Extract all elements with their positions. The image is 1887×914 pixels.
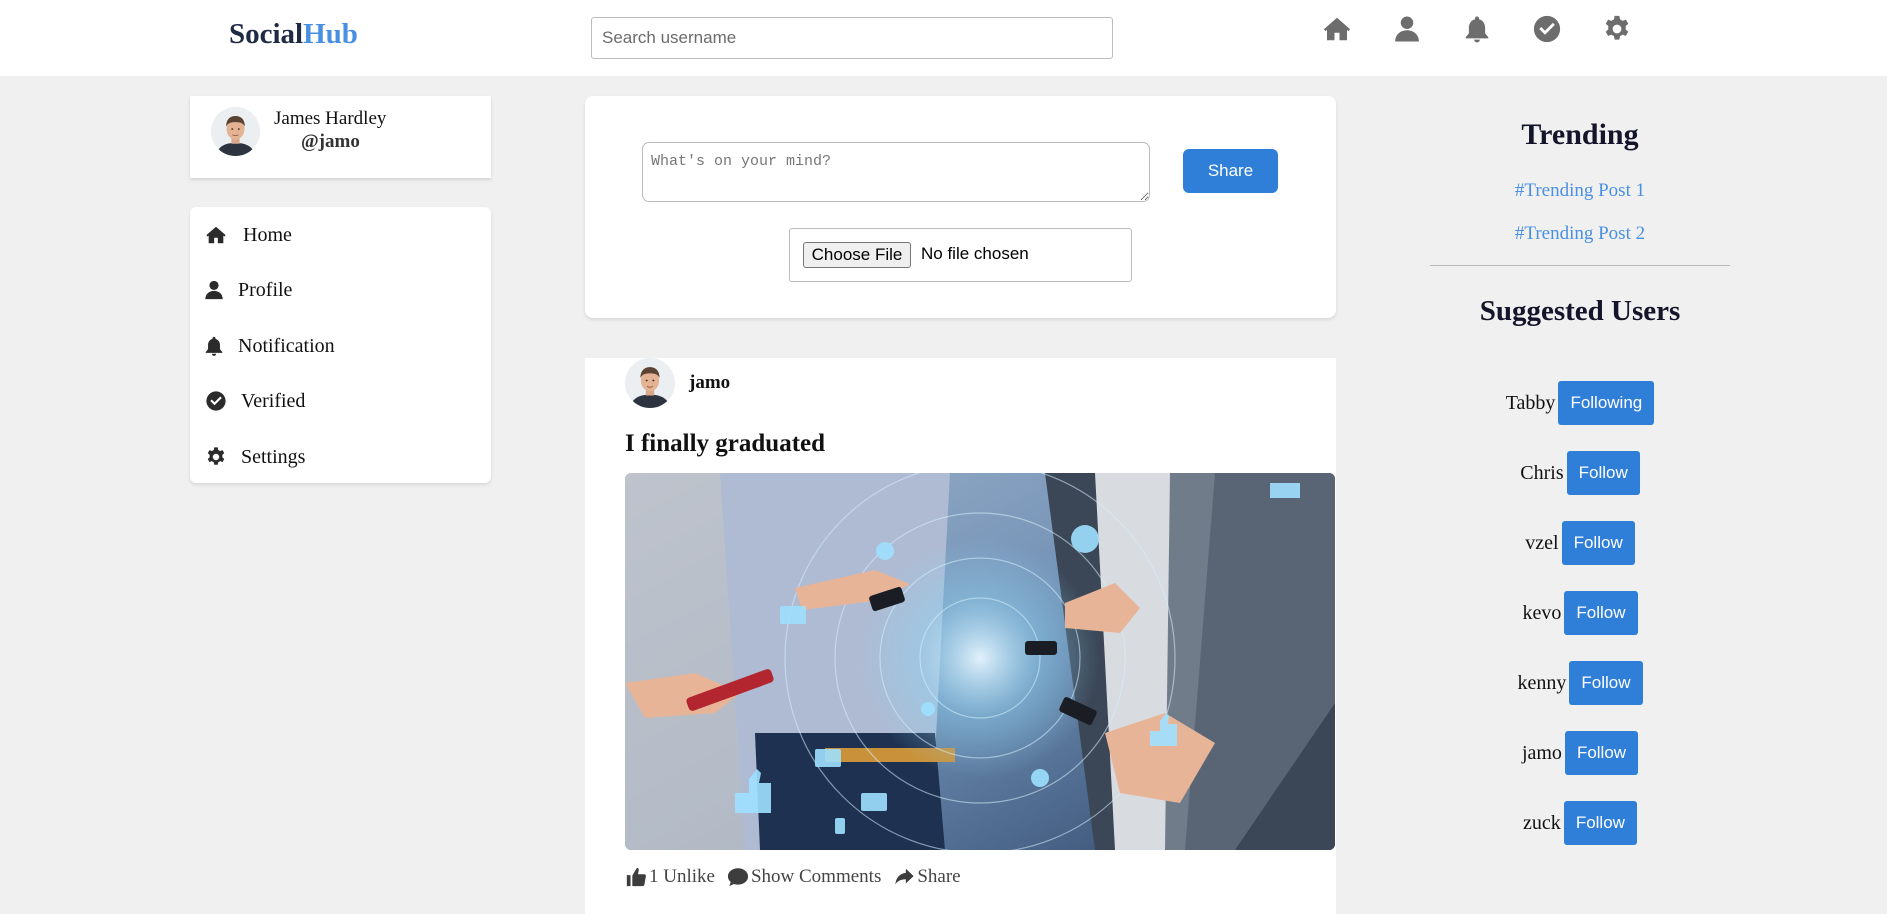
post-input[interactable] xyxy=(642,142,1150,202)
gear-icon xyxy=(205,446,227,468)
follow-button[interactable]: Follow xyxy=(1564,591,1638,635)
suggested-user-name[interactable]: zuck xyxy=(1523,812,1561,835)
user-icon[interactable] xyxy=(1391,13,1423,45)
choose-file-button[interactable]: Choose File xyxy=(803,242,911,268)
check-circle-icon[interactable] xyxy=(1531,13,1563,45)
suggested-user-row: Chris Follow xyxy=(1430,451,1730,495)
trending-link[interactable]: #Trending Post 2 xyxy=(1430,223,1730,245)
profile-name: James Hardley xyxy=(274,108,387,129)
share-icon xyxy=(893,866,915,888)
sidebar-item-label: Verified xyxy=(241,389,306,412)
avatar xyxy=(211,107,260,156)
bell-icon xyxy=(203,335,225,357)
profile-card[interactable]: James Hardley @jamo xyxy=(190,96,491,178)
post-share-label: Share xyxy=(917,866,961,887)
check-circle-icon xyxy=(205,390,227,412)
suggested-user-name[interactable]: kevo xyxy=(1522,602,1561,625)
show-comments-button[interactable]: Show Comments xyxy=(727,866,881,888)
search-input[interactable] xyxy=(591,17,1113,59)
sidebar-item-profile[interactable]: Profile xyxy=(190,268,491,312)
suggested-user-row: kenny Follow xyxy=(1430,661,1730,705)
post-image[interactable] xyxy=(625,473,1335,850)
sidebar-nav: Home Profile Notification Verified Setti… xyxy=(190,207,491,483)
bell-icon[interactable] xyxy=(1461,13,1493,45)
logo-hub: Hub xyxy=(303,18,358,50)
suggested-user-row: zuck Follow xyxy=(1430,801,1730,845)
post-composer: Share Choose File No file chosen xyxy=(585,96,1336,318)
post-avatar[interactable] xyxy=(625,358,675,408)
post-title: I finally graduated xyxy=(625,430,826,457)
comment-icon xyxy=(727,866,749,888)
post-username[interactable]: jamo xyxy=(689,372,730,394)
post-card: jamo I finally graduated 1 Unlike Show C… xyxy=(585,358,1336,914)
suggested-user-name[interactable]: vzel xyxy=(1525,532,1558,555)
suggested-users-title: Suggested Users xyxy=(1479,295,1681,327)
logo-social: Social xyxy=(229,18,304,50)
thumbs-up-icon xyxy=(625,866,647,888)
divider xyxy=(1430,265,1730,266)
suggested-user-name[interactable]: Chris xyxy=(1520,462,1563,485)
home-icon xyxy=(205,224,227,246)
app-logo[interactable]: SocialHub xyxy=(229,18,358,51)
profile-handle: @jamo xyxy=(301,131,360,152)
sidebar-item-label: Settings xyxy=(241,445,306,468)
file-upload: Choose File No file chosen xyxy=(789,228,1132,282)
suggested-user-row: kevo Follow xyxy=(1430,591,1730,635)
follow-button[interactable]: Follow xyxy=(1569,661,1643,705)
follow-button[interactable]: Follow xyxy=(1566,451,1640,495)
like-button[interactable]: 1 Unlike xyxy=(625,866,715,888)
sidebar-item-home[interactable]: Home xyxy=(190,213,491,257)
sidebar-item-notification[interactable]: Notification xyxy=(190,324,491,368)
like-label: Unlike xyxy=(663,866,715,887)
user-icon xyxy=(203,279,225,301)
like-count: 1 xyxy=(649,866,659,887)
suggested-user-name[interactable]: jamo xyxy=(1522,742,1562,765)
follow-button[interactable]: Follow xyxy=(1561,521,1635,565)
sidebar-item-label: Home xyxy=(243,223,292,246)
suggested-user-row: jamo Follow xyxy=(1430,731,1730,775)
suggested-user-row: vzel Follow xyxy=(1430,521,1730,565)
suggested-user-name[interactable]: kenny xyxy=(1517,672,1566,695)
sidebar-item-label: Profile xyxy=(238,278,293,301)
share-button[interactable]: Share xyxy=(1183,149,1278,193)
trending-title: Trending xyxy=(1521,118,1639,151)
suggested-user-row: Tabby Following xyxy=(1430,381,1730,425)
gear-icon[interactable] xyxy=(1601,13,1633,45)
trending-link[interactable]: #Trending Post 1 xyxy=(1430,180,1730,202)
sidebar-item-verified[interactable]: Verified xyxy=(190,379,491,423)
sidebar-item-label: Notification xyxy=(238,334,335,357)
comments-label: Show Comments xyxy=(750,866,882,887)
home-icon[interactable] xyxy=(1321,13,1353,45)
top-navbar: SocialHub xyxy=(0,0,1887,76)
file-status: No file chosen xyxy=(921,244,1029,263)
following-button[interactable]: Following xyxy=(1558,381,1655,425)
post-actions: 1 Unlike Show Comments Share xyxy=(625,866,973,888)
follow-button[interactable]: Follow xyxy=(1564,731,1639,775)
sidebar-item-settings[interactable]: Settings xyxy=(190,435,491,479)
post-share-button[interactable]: Share xyxy=(893,866,961,888)
follow-button[interactable]: Follow xyxy=(1563,801,1637,845)
suggested-user-name[interactable]: Tabby xyxy=(1506,392,1556,415)
